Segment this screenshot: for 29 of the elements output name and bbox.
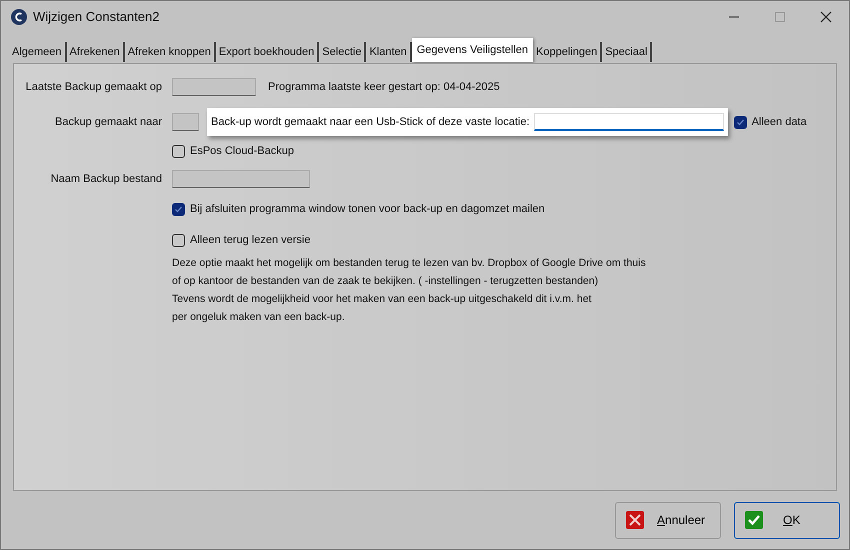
checkbox[interactable]	[172, 144, 185, 158]
check-icon	[736, 118, 745, 126]
checkbox[interactable]	[172, 234, 185, 246]
date-field[interactable]	[172, 78, 256, 96]
dialog-button[interactable]: OK	[734, 502, 840, 538]
location-prompt: Back-up wordt gemaakt naar een Usb-Stick of deze vaste locatie:	[211, 114, 530, 130]
app-logo-icon	[11, 9, 27, 25]
status-text: Programma laatste keer gestart op: 04-04-2025	[268, 80, 500, 95]
checkbox-label: Alleen data	[752, 114, 807, 130]
location-field[interactable]	[534, 113, 724, 131]
checkmark-icon	[745, 511, 763, 529]
maximize-icon	[775, 12, 785, 22]
checkbox-label: EsPos Cloud-Backup	[190, 144, 294, 159]
tab[interactable]: Gegevens Veiligstellen	[412, 38, 534, 62]
field-label: Naam Backup bestand	[50, 172, 162, 187]
checkbox-label: Bij afsluiten programma window tonen voor back-up en dagomzet mailen	[190, 202, 545, 217]
field-label: Laatste Backup gemaakt op	[24, 80, 162, 95]
description-text: Deze optie maakt het mogelijk om bestanden terug te lezen van bv. Dropbox of Google Drive om thuis of op kantoor de bestanden van de zaak te bekijken. ( -instellingen - terugzetten bestanden) Tevens wordt de mogelijkheid voor het maken van een back-up uitgeschakeld dit i.v.m. het per ongeluk maken van een back-up.	[172, 256, 647, 325]
close-icon	[820, 11, 832, 23]
dialog-button[interactable]: Annuleer	[615, 502, 721, 538]
field-label: Backup gemaakt naar	[54, 114, 162, 130]
close-icon	[626, 511, 644, 529]
checkbox[interactable]	[172, 202, 185, 216]
drive-field[interactable]	[172, 113, 199, 131]
window-title: Wijzigen Constanten2	[33, 8, 160, 26]
checkbox-label: Alleen terug lezen versie	[190, 232, 310, 248]
file-name-field[interactable]	[172, 170, 310, 188]
checkbox[interactable]	[734, 116, 747, 128]
check-icon	[174, 204, 183, 214]
